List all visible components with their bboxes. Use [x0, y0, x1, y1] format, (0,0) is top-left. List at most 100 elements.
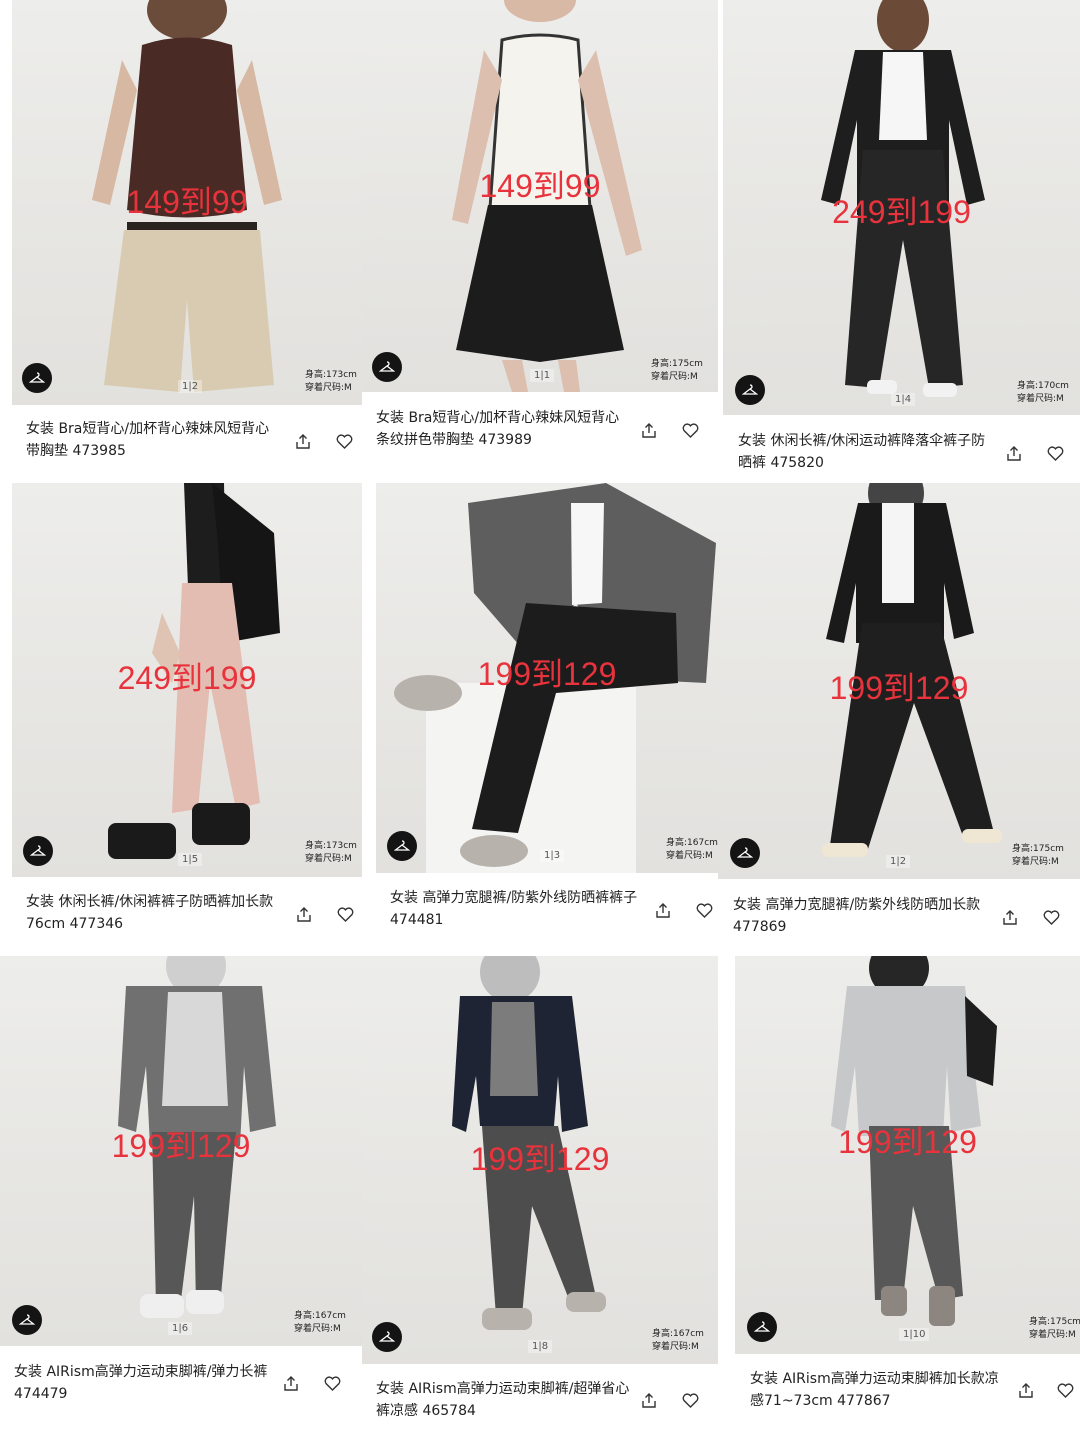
product-title[interactable]: 女装 AIRism高弹力运动束脚裤/弹力长裤 474479	[14, 1361, 269, 1405]
share-button[interactable]	[1000, 907, 1020, 927]
product-title[interactable]: 女装 高弹力宽腿裤/防紫外线防晒裤裤子 474481	[390, 887, 645, 931]
product-photo[interactable]: 149到99 1|2 身高:173cm 穿着尺码:M	[12, 0, 362, 405]
heart-icon	[1057, 1382, 1073, 1398]
product-card[interactable]: 199到129 1|3 身高:167cm 穿着尺码:M 女装 高弹力宽腿裤/防紫…	[376, 483, 718, 953]
hanger-icon	[379, 361, 395, 372]
share-button[interactable]	[1004, 443, 1024, 463]
share-button[interactable]	[639, 420, 659, 440]
product-photo[interactable]: 199到129 1|6 身高:167cm 穿着尺码:M	[0, 956, 362, 1346]
promo-price-overlay: 199到129	[470, 1141, 610, 1177]
promo-price-overlay: 199到129	[838, 1124, 977, 1160]
model-height: 身高:167cm	[652, 1329, 704, 1339]
model-size: 穿着尺码:M	[666, 851, 713, 861]
virtual-fitting-button[interactable]	[730, 838, 760, 868]
favorite-button[interactable]	[1045, 443, 1065, 463]
product-photo[interactable]: 199到129 1|2 身高:175cm 穿着尺码:M	[718, 483, 1080, 879]
share-button[interactable]	[653, 900, 673, 920]
product-card[interactable]: 149到99 1|1 身高:175cm 穿着尺码:M 女装 Bra短背心/加杯背…	[362, 0, 718, 480]
product-title[interactable]: 女装 休闲长裤/休闲运动裤降落伞裤子防晒裤 475820	[738, 430, 993, 474]
image-pager: 1|4	[891, 393, 916, 406]
product-card[interactable]: 199到129 1|2 身高:175cm 穿着尺码:M 女装 高弹力宽腿裤/防紫…	[718, 483, 1080, 953]
product-photo[interactable]: 199到129 1|10 身高:175cm 穿着尺码:M	[735, 956, 1080, 1354]
virtual-fitting-button[interactable]	[372, 1322, 402, 1352]
share-button[interactable]	[281, 1373, 301, 1393]
share-icon	[642, 1392, 656, 1408]
promo-price-overlay: 199到129	[829, 670, 969, 706]
product-card[interactable]: 199到129 1|8 身高:167cm 穿着尺码:M 女装 AIRism高弹力…	[362, 956, 718, 1440]
share-icon	[1019, 1382, 1033, 1398]
virtual-fitting-button[interactable]	[12, 1305, 42, 1335]
favorite-button[interactable]	[322, 1373, 342, 1393]
product-title[interactable]: 女装 Bra短背心/加杯背心辣妹风短背心条纹拼色带胸垫 473989	[376, 407, 631, 451]
model-height: 身高:170cm	[1017, 381, 1069, 391]
hanger-icon	[394, 840, 410, 851]
share-button[interactable]	[294, 904, 314, 924]
model-height: 身高:175cm	[651, 359, 703, 369]
product-title[interactable]: 女装 高弹力宽腿裤/防紫外线防晒加长款 477869	[733, 894, 988, 938]
product-photo[interactable]: 149到99 1|1 身高:175cm 穿着尺码:M	[362, 0, 718, 392]
hanger-icon	[30, 845, 46, 856]
product-photo[interactable]: 249到199 1|4 身高:170cm 穿着尺码:M	[723, 0, 1080, 415]
model-height: 身高:175cm	[1012, 844, 1064, 854]
promo-price-overlay: 149到99	[479, 168, 601, 204]
virtual-fitting-button[interactable]	[372, 352, 402, 382]
model-height: 身高:175cm	[1029, 1317, 1080, 1327]
virtual-fitting-button[interactable]	[23, 836, 53, 866]
model-size-info: 身高:175cm 穿着尺码:M	[651, 358, 703, 384]
heart-icon	[336, 433, 352, 449]
product-photo[interactable]: 199到129 1|3 身高:167cm 穿着尺码:M	[376, 483, 718, 873]
model-size-info: 身高:175cm 穿着尺码:M	[1029, 1316, 1080, 1342]
hanger-icon	[737, 847, 753, 858]
image-pager: 1|2	[178, 380, 203, 393]
model-height: 身高:173cm	[305, 370, 357, 380]
model-size-info: 身高:167cm 穿着尺码:M	[652, 1328, 704, 1354]
share-icon	[1007, 445, 1021, 461]
image-pager: 1|10	[899, 1328, 930, 1341]
hanger-icon	[19, 1314, 35, 1325]
favorite-button[interactable]	[1055, 1380, 1075, 1400]
virtual-fitting-button[interactable]	[735, 375, 765, 405]
product-card[interactable]: 249到199 1|5 身高:173cm 穿着尺码:M 女装 休闲长裤/休闲裤裤…	[12, 483, 362, 953]
model-size: 穿着尺码:M	[294, 1324, 341, 1334]
virtual-fitting-button[interactable]	[747, 1312, 777, 1342]
favorite-button[interactable]	[680, 1390, 700, 1410]
virtual-fitting-button[interactable]	[22, 363, 52, 393]
favorite-button[interactable]	[335, 904, 355, 924]
image-pager: 1|1	[530, 369, 555, 382]
share-icon	[642, 422, 656, 438]
model-size: 穿着尺码:M	[1029, 1330, 1076, 1340]
model-size: 穿着尺码:M	[1017, 394, 1064, 404]
promo-price-overlay: 199到129	[111, 1128, 251, 1164]
product-photo[interactable]: 249到199 1|5 身高:173cm 穿着尺码:M	[12, 483, 362, 877]
product-card[interactable]: 149到99 1|2 身高:173cm 穿着尺码:M 女装 Bra短背心/加杯背…	[12, 0, 362, 480]
model-size: 穿着尺码:M	[1012, 857, 1059, 867]
hanger-icon	[742, 384, 758, 395]
model-size: 穿着尺码:M	[305, 854, 352, 864]
promo-price-overlay: 249到199	[832, 194, 971, 230]
product-title[interactable]: 女装 Bra短背心/加杯背心辣妹风短背心带胸垫 473985	[26, 418, 281, 462]
image-pager: 1|8	[528, 1340, 553, 1353]
product-card[interactable]: 199到129 1|6 身高:167cm 穿着尺码:M 女装 AIRism高弹力…	[0, 956, 362, 1440]
hanger-icon	[379, 1331, 395, 1342]
product-card[interactable]: 199到129 1|10 身高:175cm 穿着尺码:M 女装 AIRism高弹…	[735, 956, 1080, 1440]
model-height: 身高:167cm	[294, 1311, 346, 1321]
share-button[interactable]	[639, 1390, 659, 1410]
model-size: 穿着尺码:M	[652, 1342, 699, 1352]
heart-icon	[337, 906, 353, 922]
share-button[interactable]	[293, 431, 313, 451]
favorite-button[interactable]	[334, 431, 354, 451]
product-title[interactable]: 女装 休闲长裤/休闲裤裤子防晒裤加长款76cm 477346	[26, 891, 281, 935]
virtual-fitting-button[interactable]	[387, 831, 417, 861]
favorite-button[interactable]	[680, 420, 700, 440]
product-card[interactable]: 249到199 1|4 身高:170cm 穿着尺码:M 女装 休闲长裤/休闲运动…	[723, 0, 1080, 480]
product-title[interactable]: 女装 AIRism高弹力运动束脚裤加长款凉感71~73cm 477867	[750, 1368, 1005, 1412]
product-photo[interactable]: 199到129 1|8 身高:167cm 穿着尺码:M	[362, 956, 718, 1364]
model-size-info: 身高:173cm 穿着尺码:M	[305, 840, 357, 866]
favorite-button[interactable]	[694, 900, 714, 920]
product-title[interactable]: 女装 AIRism高弹力运动束脚裤/超弹省心裤凉感 465784	[376, 1378, 631, 1422]
share-button[interactable]	[1016, 1380, 1036, 1400]
favorite-button[interactable]	[1041, 907, 1061, 927]
heart-icon	[324, 1375, 340, 1391]
model-height: 身高:173cm	[305, 841, 357, 851]
image-pager: 1|6	[168, 1322, 193, 1335]
